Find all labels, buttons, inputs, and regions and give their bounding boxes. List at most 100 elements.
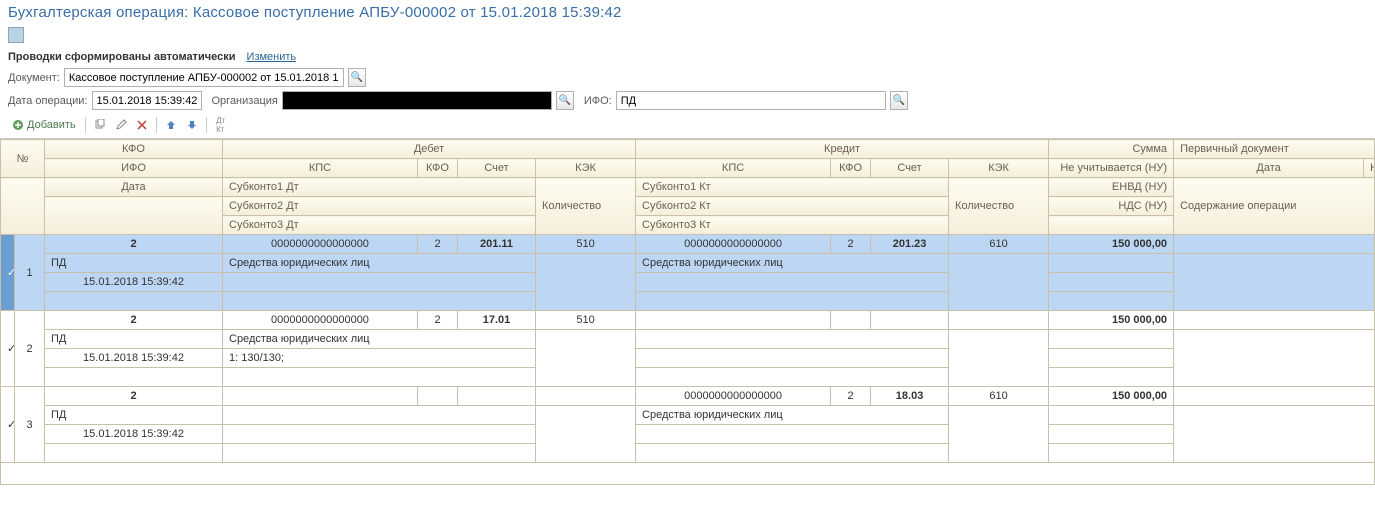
cell-kps-dt: 0000000000000000 — [223, 235, 418, 254]
col-kek-kt[interactable]: КЭК — [949, 159, 1049, 178]
cell-kps-dt — [223, 387, 418, 406]
cell-envd — [1049, 254, 1174, 273]
add-button[interactable]: Добавить — [8, 116, 80, 134]
ifo-input[interactable] — [616, 91, 886, 110]
row-mark[interactable]: ✓ — [1, 311, 15, 387]
copy-button[interactable] — [91, 116, 109, 134]
org-input[interactable] — [282, 91, 552, 110]
col-sub3dt[interactable]: Субконто3 Дт — [223, 216, 536, 235]
table-row[interactable]: 15.01.2018 15:39:42 1: 130/130; — [1, 349, 1375, 368]
col-qty-kt[interactable]: Количество — [949, 178, 1049, 235]
col-schet-dt[interactable]: Счет — [458, 159, 536, 178]
ifo-label: ИФО: — [584, 95, 612, 107]
empty-footer — [1, 463, 1375, 485]
col-sum[interactable]: Сумма — [1049, 140, 1174, 159]
col-sub1kt[interactable]: Субконто1 Кт — [636, 178, 949, 197]
cell-sub3dt — [223, 292, 536, 311]
entries-grid[interactable]: № КФО Дебет Кредит Сумма Первичный докум… — [0, 139, 1375, 485]
cell-kfo: 2 — [45, 387, 223, 406]
dtkt-button[interactable]: ДтКт — [212, 116, 230, 134]
magnifier-icon: 🔍 — [893, 95, 905, 106]
add-button-label: Добавить — [27, 119, 76, 131]
cell-spacer2 — [1049, 292, 1174, 311]
col-qty-dt[interactable]: Количество — [536, 178, 636, 235]
table-row[interactable] — [1, 292, 1375, 311]
magnifier-icon: 🔍 — [351, 72, 363, 83]
table-row[interactable]: ✓ 2 2 0000000000000000 2 17.01 510 150 0… — [1, 311, 1375, 330]
col-ifo[interactable]: ИФО — [45, 159, 223, 178]
col-n[interactable]: № — [1, 140, 45, 178]
table-row[interactable]: ПД Средства юридических лиц Средства юри… — [1, 254, 1375, 273]
separator — [206, 117, 207, 133]
document-input[interactable] — [64, 68, 344, 87]
separator — [156, 117, 157, 133]
col-envd[interactable]: ЕНВД (НУ) — [1049, 178, 1174, 197]
table-row[interactable]: ✓ 3 2 0000000000000000 2 18.03 610 150 0… — [1, 387, 1375, 406]
cell-qty-dt — [536, 406, 636, 463]
col-nds[interactable]: НДС (НУ) — [1049, 197, 1174, 216]
table-row[interactable]: 15.01.2018 15:39:42 — [1, 425, 1375, 444]
cell-content — [1174, 406, 1375, 463]
col-sub3kt[interactable]: Субконто3 Кт — [636, 216, 949, 235]
row-mark[interactable]: ✓ — [1, 235, 15, 311]
cell-rowdate: 15.01.2018 15:39:42 — [45, 273, 223, 292]
move-down-button[interactable] — [183, 116, 201, 134]
col-sub2kt[interactable]: Субконто2 Кт — [636, 197, 949, 216]
col-daterow[interactable]: Дата — [45, 178, 223, 197]
table-row[interactable]: 15.01.2018 15:39:42 — [1, 273, 1375, 292]
col-credit[interactable]: Кредит — [636, 140, 1049, 159]
pencil-icon — [115, 119, 127, 131]
col-debit[interactable]: Дебет — [223, 140, 636, 159]
col-sub2dt[interactable]: Субконто2 Дт — [223, 197, 536, 216]
magnifier-icon: 🔍 — [559, 95, 571, 106]
cell-ifo: ПД — [45, 330, 223, 349]
ifo-lookup-button[interactable]: 🔍 — [890, 91, 908, 110]
table-row[interactable]: ✓ 1 2 0000000000000000 2 201.11 510 0000… — [1, 235, 1375, 254]
row-mark[interactable]: ✓ — [1, 387, 15, 463]
document-lookup-button[interactable]: 🔍 — [348, 68, 366, 87]
report-icon[interactable] — [8, 27, 24, 43]
cell-sub3dt — [223, 444, 536, 463]
col-content[interactable]: Содержание операции — [1174, 178, 1375, 235]
move-up-button[interactable] — [162, 116, 180, 134]
cell-sub3kt — [636, 292, 949, 311]
cross-icon — [136, 119, 148, 131]
cell-kps-dt: 0000000000000000 — [223, 311, 418, 330]
cell-ifo: ПД — [45, 254, 223, 273]
cell-spacer — [45, 368, 223, 387]
col-date[interactable]: Дата — [1174, 159, 1364, 178]
col-kfo-kt[interactable]: КФО — [831, 159, 871, 178]
cell-kfo: 2 — [45, 311, 223, 330]
col-nu[interactable]: Не учитывается (НУ) — [1049, 159, 1174, 178]
col-primdoc[interactable]: Первичный документ — [1174, 140, 1375, 159]
cell-qty-kt — [949, 330, 1049, 387]
table-row[interactable]: ПД Средства юридических лиц — [1, 406, 1375, 425]
col-kfo[interactable]: КФО — [45, 140, 223, 159]
cell-schet-dt: 17.01 — [458, 311, 536, 330]
delete-button[interactable] — [133, 116, 151, 134]
table-row[interactable] — [1, 444, 1375, 463]
col-kek-dt[interactable]: КЭК — [536, 159, 636, 178]
org-lookup-button[interactable]: 🔍 — [556, 91, 574, 110]
date-input[interactable] — [92, 91, 202, 110]
cell-spacer — [45, 444, 223, 463]
cell-kps-kt — [636, 311, 831, 330]
cell-kek-kt: 610 — [949, 387, 1049, 406]
table-row[interactable] — [1, 368, 1375, 387]
cell-schet-dt: 201.11 — [458, 235, 536, 254]
cell-kfo-kt: 2 — [831, 235, 871, 254]
cell-nds — [1049, 425, 1174, 444]
change-link[interactable]: Изменить — [247, 51, 297, 63]
col-nom[interactable]: Ном — [1364, 159, 1375, 178]
cell-sub3dt — [223, 368, 536, 387]
dtkt-icon: ДтКт — [216, 116, 225, 134]
table-row[interactable]: ПД Средства юридических лиц — [1, 330, 1375, 349]
col-schet-kt[interactable]: Счет — [871, 159, 949, 178]
col-kps-kt[interactable]: КПС — [636, 159, 831, 178]
col-kfo-dt[interactable]: КФО — [418, 159, 458, 178]
col-sub1dt[interactable]: Субконто1 Дт — [223, 178, 536, 197]
col-kps-dt[interactable]: КПС — [223, 159, 418, 178]
edit-button[interactable] — [112, 116, 130, 134]
cell-n: 1 — [15, 235, 45, 311]
cell-content — [1174, 254, 1375, 311]
